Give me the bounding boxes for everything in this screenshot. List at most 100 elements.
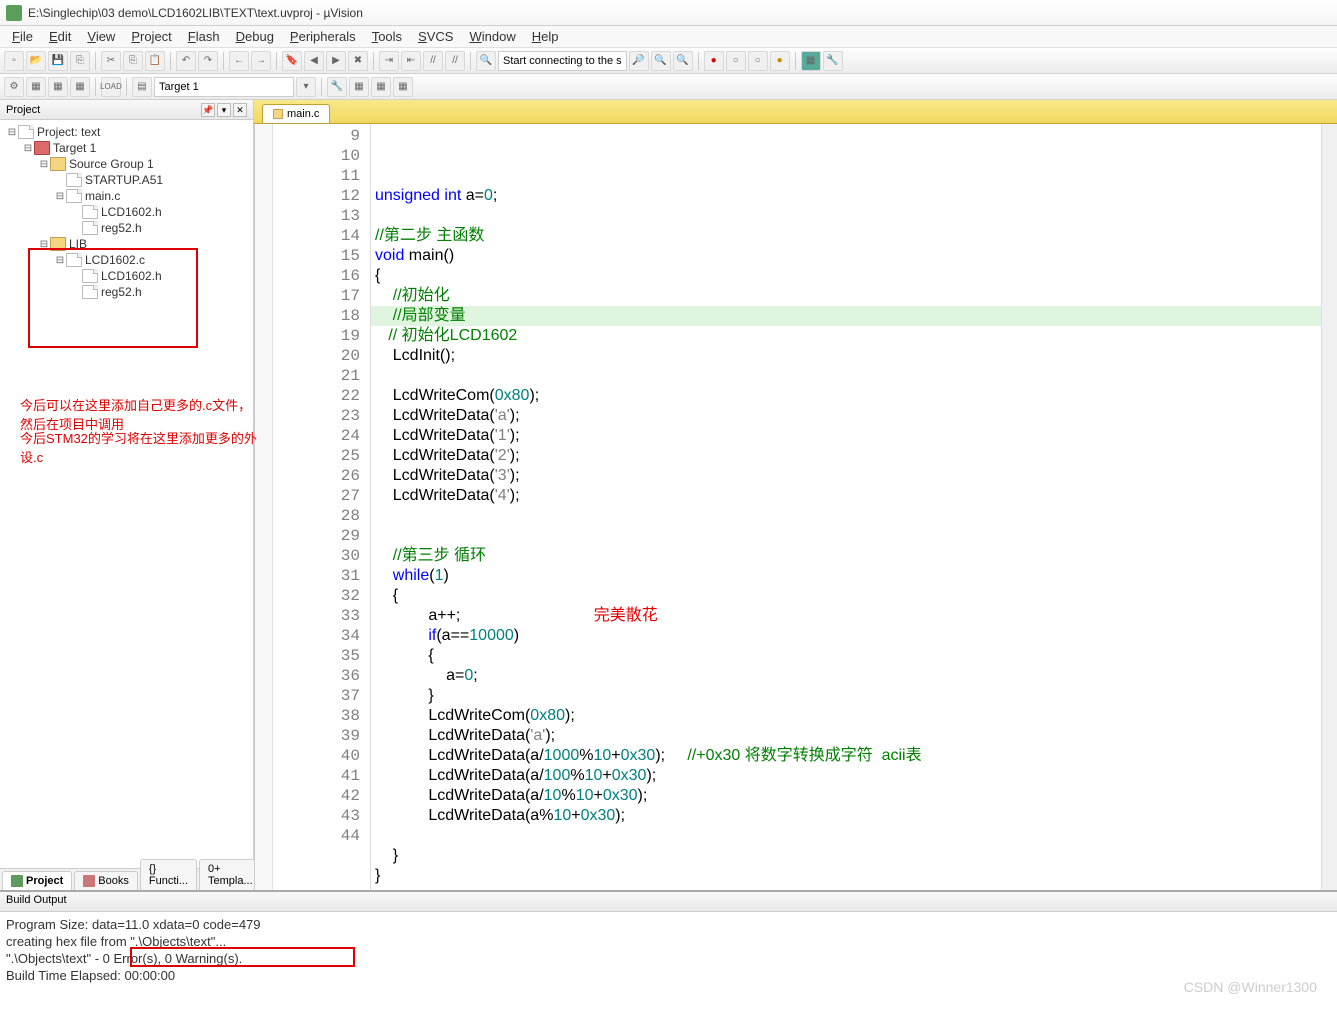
nav-back-button[interactable]: ← (229, 51, 249, 71)
menu-debug[interactable]: Debug (228, 27, 282, 46)
menu-flash[interactable]: Flash (180, 27, 228, 46)
options-button[interactable]: 🔧 (327, 77, 347, 97)
rebuild-button[interactable]: ▦ (48, 77, 68, 97)
find-next-button[interactable]: 🔎 (629, 51, 649, 71)
tree-file[interactable]: STARTUP.A51 (85, 173, 163, 187)
search-combo[interactable]: Start connecting to the s (498, 51, 627, 71)
tree-group1[interactable]: Source Group 1 (69, 157, 154, 171)
find-prev-button[interactable]: 🔍 (651, 51, 671, 71)
target-icon (34, 141, 50, 155)
bookmark-button[interactable]: 🔖 (282, 51, 302, 71)
file-icon (66, 253, 82, 267)
titlebar: E:\Singlechip\03 demo\LCD1602LIB\TEXT\te… (0, 0, 1337, 26)
editor-tabs: main.c (254, 100, 1337, 124)
build-line: creating hex file from ".\Objects\text".… (6, 933, 1331, 950)
tab-books[interactable]: Books (74, 871, 138, 890)
tree-file[interactable]: reg52.h (101, 221, 142, 235)
bookmark-next-button[interactable]: ▶ (326, 51, 346, 71)
copy-button[interactable]: ⎘ (123, 51, 143, 71)
tree-group2[interactable]: LIB (69, 237, 87, 251)
undo-button[interactable]: ↶ (176, 51, 196, 71)
redo-button[interactable]: ↷ (198, 51, 218, 71)
tree-file[interactable]: reg52.h (101, 285, 142, 299)
toolbar-main: ▫ 📂 💾 ⎘ ✂ ⎘ 📋 ↶ ↷ ← → 🔖 ◀ ▶ ✖ ⇥ ⇤ // // … (0, 48, 1337, 74)
download-button[interactable]: LOAD (101, 77, 121, 97)
editor-area: main.c 910111213141516171819202122232425… (254, 100, 1337, 890)
saveall-button[interactable]: ⎘ (70, 51, 90, 71)
panel-close-button[interactable]: ✕ (233, 103, 247, 117)
target-combo[interactable]: Target 1 (154, 77, 294, 97)
manage2-button[interactable]: ▦ (371, 77, 391, 97)
menu-file[interactable]: File (4, 27, 41, 46)
file-icon (82, 221, 98, 235)
comment-button[interactable]: // (423, 51, 443, 71)
folder-icon (50, 157, 66, 171)
build-line: ".\Objects\text" - 0 Error(s), 0 Warning… (6, 950, 1331, 967)
save-button[interactable]: 💾 (48, 51, 68, 71)
configure-button[interactable]: 🔧 (823, 51, 843, 71)
build-output-panel: Build Output Program Size: data=11.0 xda… (0, 890, 1337, 992)
watermark: CSDN @Winner1300 (1184, 979, 1317, 995)
folder-icon (50, 237, 66, 251)
manage3-button[interactable]: ▦ (393, 77, 413, 97)
tab-project[interactable]: Project (2, 871, 72, 890)
paste-button[interactable]: 📋 (145, 51, 165, 71)
fold-column[interactable] (255, 124, 273, 890)
tree-file[interactable]: LCD1602.h (101, 269, 162, 283)
window-title: E:\Singlechip\03 demo\LCD1602LIB\TEXT\te… (28, 6, 363, 20)
menubar: FileEditViewProjectFlashDebugPeripherals… (0, 26, 1337, 48)
tree-target[interactable]: Target 1 (53, 141, 96, 155)
toolbar-build: ⚙ ▦ ▦ ▦ LOAD ▤ Target 1 ▾ 🔧 ▦ ▦ ▦ (0, 74, 1337, 100)
new-button[interactable]: ▫ (4, 51, 24, 71)
translate-button[interactable]: ⚙ (4, 77, 24, 97)
build-button[interactable]: ▦ (26, 77, 46, 97)
bookmark-prev-button[interactable]: ◀ (304, 51, 324, 71)
file-icon (82, 269, 98, 283)
open-button[interactable]: 📂 (26, 51, 46, 71)
menu-tools[interactable]: Tools (364, 27, 410, 46)
menu-svcs[interactable]: SVCS (410, 27, 461, 46)
menu-project[interactable]: Project (123, 27, 179, 46)
target-dropdown-button[interactable]: ▾ (296, 77, 316, 97)
menu-peripherals[interactable]: Peripherals (282, 27, 364, 46)
app-icon (6, 5, 22, 21)
build-output-body[interactable]: Program Size: data=11.0 xdata=0 code=479… (0, 912, 1337, 992)
find-button[interactable]: 🔍 (476, 51, 496, 71)
outdent-button[interactable]: ⇤ (401, 51, 421, 71)
build-line: Build Time Elapsed: 00:00:00 (6, 967, 1331, 984)
batch-build-button[interactable]: ▦ (70, 77, 90, 97)
project-panel-header: Project 📌 ▾ ✕ (0, 100, 253, 120)
uncomment-button[interactable]: // (445, 51, 465, 71)
tree-root[interactable]: Project: text (37, 125, 100, 139)
nav-fwd-button[interactable]: → (251, 51, 271, 71)
file-icon (66, 173, 82, 187)
bookmark-clear-button[interactable]: ✖ (348, 51, 368, 71)
sidebar-tabs: Project Books {} Functi... 0+ Templa... (0, 868, 253, 890)
debug-o1-button[interactable]: ○ (726, 51, 746, 71)
panel-pin-button[interactable]: 📌 (201, 103, 215, 117)
code-content[interactable]: unsigned int a=0; //第二步 主函数void main(){ … (371, 124, 1337, 890)
menu-view[interactable]: View (79, 27, 123, 46)
manage-button[interactable]: ▦ (349, 77, 369, 97)
panel-dropdown-button[interactable]: ▾ (217, 103, 231, 117)
tree-file[interactable]: LCD1602.h (101, 205, 162, 219)
debug-o3-button[interactable]: ● (770, 51, 790, 71)
project-panel-title: Project (6, 104, 40, 116)
editor-tab-mainc[interactable]: main.c (262, 104, 330, 123)
target-options-button[interactable]: ▤ (132, 77, 152, 97)
code-editor[interactable]: 9101112131415161718192021222324252627282… (254, 124, 1337, 890)
annotation-text-2: 今后STM32的学习将在这里添加更多的外设.c (20, 428, 260, 466)
debug-o2-button[interactable]: ○ (748, 51, 768, 71)
debug-red-button[interactable]: ● (704, 51, 724, 71)
indent-button[interactable]: ⇥ (379, 51, 399, 71)
find-in-files-button[interactable]: 🔍 (673, 51, 693, 71)
build-line: Program Size: data=11.0 xdata=0 code=479 (6, 916, 1331, 933)
cut-button[interactable]: ✂ (101, 51, 121, 71)
tree-file[interactable]: main.c (85, 189, 120, 203)
tree-file[interactable]: LCD1602.c (85, 253, 145, 267)
menu-help[interactable]: Help (524, 27, 567, 46)
menu-edit[interactable]: Edit (41, 27, 79, 46)
window-layout-button[interactable]: ▦ (801, 51, 821, 71)
menu-window[interactable]: Window (461, 27, 523, 46)
project-tree[interactable]: ⊟Project: text ⊟Target 1 ⊟Source Group 1… (0, 120, 253, 868)
